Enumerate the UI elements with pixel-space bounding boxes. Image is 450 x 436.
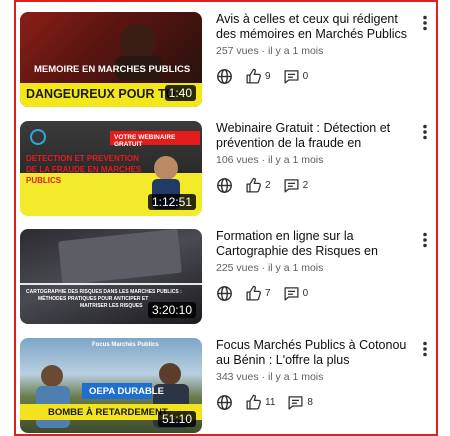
globe-icon[interactable] [216,394,233,411]
thumbnail-headline-2: BOMBE À RETARDEMENT [48,407,168,418]
more-vert-icon[interactable] [420,15,430,31]
video-item[interactable]: MEMOIRE EN MARCHES PUBLICS DANGEUREUX PO… [20,12,430,110]
thumbnail-headline: DANGEUREUX POUR TO [26,87,176,101]
thumbnail-caption-1: CARTOGRAPHIE DES RISQUES DANS LES MARCHE… [26,289,182,295]
more-vert-icon[interactable] [420,124,430,140]
like-button[interactable]: 7 [245,285,271,302]
video-duration: 51:10 [157,411,196,427]
video-duration: 1:12:51 [147,194,196,210]
like-button[interactable]: 2 [245,177,271,194]
thumbnail-headline-1: OEPA DURABLE [89,386,164,397]
globe-icon[interactable] [216,285,233,302]
comment-icon [284,178,299,193]
thumbnail-headline-1: DETECTION ET PREVENTION [26,154,139,163]
comment-icon [284,286,299,301]
video-duration: 1:40 [164,85,196,101]
video-stats: 257 vues · il y a 1 mois [216,45,324,57]
video-stats: 106 vues · il y a 1 mois [216,154,324,166]
comment-count: 8 [307,396,313,408]
comment-button[interactable]: 0 [283,285,309,302]
globe-icon[interactable] [216,68,233,85]
video-title[interactable]: Formation en ligne sur la Cartographie d… [216,229,412,259]
thumbnail-headline-2: DE LA FRAUDE EN MARCHES [26,165,142,174]
thumbs-up-icon [246,285,261,301]
video-duration: 3:20:10 [147,302,196,318]
like-count: 11 [265,396,276,408]
like-count: 9 [265,70,271,82]
video-thumbnail[interactable]: Focus Marchés Publics OEPA DURABLE BOMBE… [20,338,202,433]
more-vert-icon[interactable] [420,341,430,357]
video-title[interactable]: Webinaire Gratuit : Détection et prévent… [216,121,412,151]
comment-icon [284,69,299,84]
like-count: 7 [265,287,271,299]
comment-button[interactable]: 0 [283,68,309,85]
comment-button[interactable]: 2 [283,177,309,194]
more-vert-icon[interactable] [420,232,430,248]
thumbs-up-icon [246,68,261,84]
comment-count: 0 [302,287,309,299]
video-stats: 225 vues · il y a 1 mois [216,262,324,274]
comment-button[interactable]: 8 [287,394,313,411]
like-count: 2 [265,179,271,191]
thumbnail-banner: VOTRE WEBINAIRE GRATUIT [114,134,176,148]
video-item[interactable]: Focus Marchés Publics OEPA DURABLE BOMBE… [20,338,430,436]
thumbs-up-icon [246,394,261,410]
video-title[interactable]: Focus Marchés Publics à Cotonou au Bénin… [216,338,412,368]
like-button[interactable]: 9 [245,68,271,85]
video-item[interactable]: VOTRE WEBINAIRE GRATUIT DETECTION ET PRE… [20,121,430,219]
video-stats: 343 vues · il y a 1 mois [216,371,324,383]
comment-count: 0 [302,70,309,82]
video-thumbnail[interactable]: VOTRE WEBINAIRE GRATUIT DETECTION ET PRE… [20,121,202,216]
comment-count: 2 [302,179,309,191]
like-button[interactable]: 11 [245,394,275,411]
video-thumbnail[interactable]: CARTOGRAPHIE DES RISQUES DANS LES MARCHE… [20,229,202,324]
thumbnail-caption-3: MAITRISER LES RISQUES [80,303,143,309]
video-title[interactable]: Avis à celles et ceux qui rédigent des m… [216,12,412,42]
thumbnail-caption: MEMOIRE EN MARCHES PUBLICS [34,64,191,75]
globe-icon[interactable] [216,177,233,194]
thumbnail-caption-2: MÉTHODES PRATIQUES POUR ANTICIPER ET [38,296,149,302]
video-thumbnail[interactable]: MEMOIRE EN MARCHES PUBLICS DANGEUREUX PO… [20,12,202,107]
thumbnail-brand: Focus Marchés Publics [92,342,159,348]
thumbs-up-icon [246,177,261,193]
video-item[interactable]: CARTOGRAPHIE DES RISQUES DANS LES MARCHE… [20,229,430,327]
thumbnail-headline-3: PUBLICS [26,176,62,185]
comment-icon [288,395,303,410]
